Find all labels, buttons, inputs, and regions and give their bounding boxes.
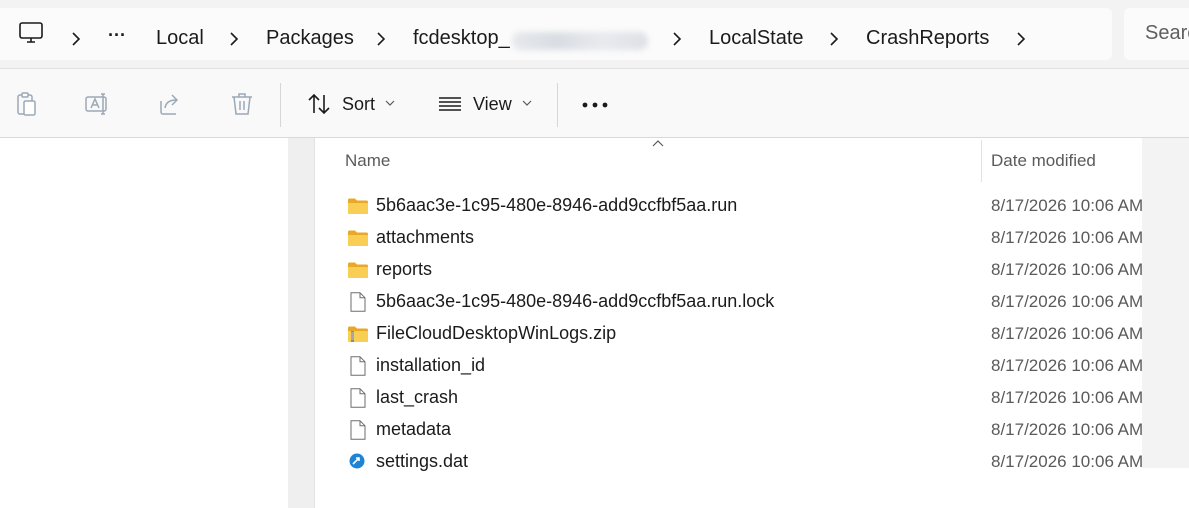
sort-icon [308,93,330,115]
breadcrumb-fcdesktop[interactable]: fcdesktop_ [413,27,510,50]
delete-icon[interactable] [229,91,255,117]
file-name: reports [376,259,433,279]
this-pc-icon[interactable] [18,21,44,45]
file-date-modified: 8/17/2026 10:06 AM [991,196,1142,215]
column-header-name[interactable]: Name [345,151,390,171]
file-name: last_crash [376,387,459,407]
chevron-right-icon[interactable] [373,30,389,48]
file-row[interactable]: attachments 8/17/2026 10:06 AM [315,222,1142,254]
chevron-right-icon[interactable] [68,30,84,48]
pane-splitter[interactable] [288,138,314,508]
chevron-down-icon [522,100,532,106]
file-date-modified: 8/17/2026 10:06 AM [991,356,1142,375]
file-row[interactable]: 5b6aac3e-1c95-480e-8946-add9ccfbf5aa.run… [315,286,1142,318]
column-header-date-modified[interactable]: Date modified [991,151,1096,171]
folder-icon [347,228,369,248]
file-name: 5b6aac3e-1c95-480e-8946-add9ccfbf5aa.run… [376,291,775,311]
share-icon[interactable] [157,91,183,117]
more-icon [582,102,608,108]
file-icon [347,356,369,376]
file-row[interactable]: metadata 8/17/2026 10:06 AM [315,414,1142,446]
zip-folder-icon [347,324,369,344]
view-icon [439,97,461,111]
sort-ascending-icon [652,140,664,147]
breadcrumb-overflow[interactable]: ··· [108,25,126,46]
file-row[interactable]: 5b6aac3e-1c95-480e-8946-add9ccfbf5aa.run… [315,190,1142,222]
command-bar: Sort View [0,69,1189,138]
file-date-modified: 8/17/2026 10:06 AM [991,292,1142,311]
file-date-modified: 8/17/2026 10:06 AM [991,420,1142,439]
file-name: settings.dat [376,451,469,471]
file-name: attachments [376,227,475,247]
address-bar-region: ··· Local Packages fcdesktop_ LocalState… [0,0,1189,69]
file-name: metadata [376,419,452,439]
file-icon [347,420,369,440]
file-name: FileCloudDesktopWinLogs.zip [376,323,617,343]
rename-icon[interactable] [84,91,110,117]
view-button[interactable]: View [430,69,542,137]
breadcrumb-local[interactable]: Local [156,27,204,50]
file-date-modified: 8/17/2026 10:06 AM [991,452,1142,471]
paste-icon[interactable] [13,91,39,117]
column-divider[interactable] [981,140,982,182]
address-bar[interactable]: ··· Local Packages fcdesktop_ LocalState… [0,8,1112,60]
file-icon [347,292,369,312]
chevron-right-icon[interactable] [669,30,685,48]
file-icon [347,388,369,408]
more-options-button[interactable] [572,83,618,127]
search-box[interactable]: Search [1124,8,1189,60]
chevron-right-icon[interactable] [1013,30,1029,48]
file-row[interactable]: settings.dat 8/17/2026 10:06 AM [315,446,1142,478]
file-row[interactable]: reports 8/17/2026 10:06 AM [315,254,1142,286]
file-date-modified: 8/17/2026 10:06 AM [991,228,1142,247]
toolbar-separator [280,83,281,127]
file-row[interactable]: last_crash 8/17/2026 10:06 AM [315,382,1142,414]
file-name: installation_id [376,355,486,375]
folder-icon [347,196,369,216]
breadcrumb-localstate[interactable]: LocalState [709,27,804,50]
details-pane-edge [1142,138,1189,468]
chevron-down-icon [385,100,395,106]
file-row[interactable]: installation_id 8/17/2026 10:06 AM [315,350,1142,382]
view-label: View [473,94,512,114]
file-row[interactable]: FileCloudDesktopWinLogs.zip 8/17/2026 10:… [315,318,1142,350]
settings-file-icon [347,452,369,472]
sort-label: Sort [342,94,376,114]
file-date-modified: 8/17/2026 10:06 AM [991,260,1142,279]
breadcrumb-crashreports[interactable]: CrashReports [866,27,989,50]
chevron-right-icon[interactable] [226,30,242,48]
redacted-text [512,32,648,50]
file-date-modified: 8/17/2026 10:06 AM [991,324,1142,343]
breadcrumb-packages[interactable]: Packages [266,27,354,50]
search-placeholder: Search [1145,22,1189,44]
sort-button[interactable]: Sort [298,69,408,137]
folder-icon [347,260,369,280]
chevron-right-icon[interactable] [826,30,842,48]
toolbar-separator [557,83,558,127]
navigation-pane[interactable] [0,138,288,508]
file-date-modified: 8/17/2026 10:06 AM [991,388,1142,407]
file-name: 5b6aac3e-1c95-480e-8946-add9ccfbf5aa.run [376,195,738,215]
